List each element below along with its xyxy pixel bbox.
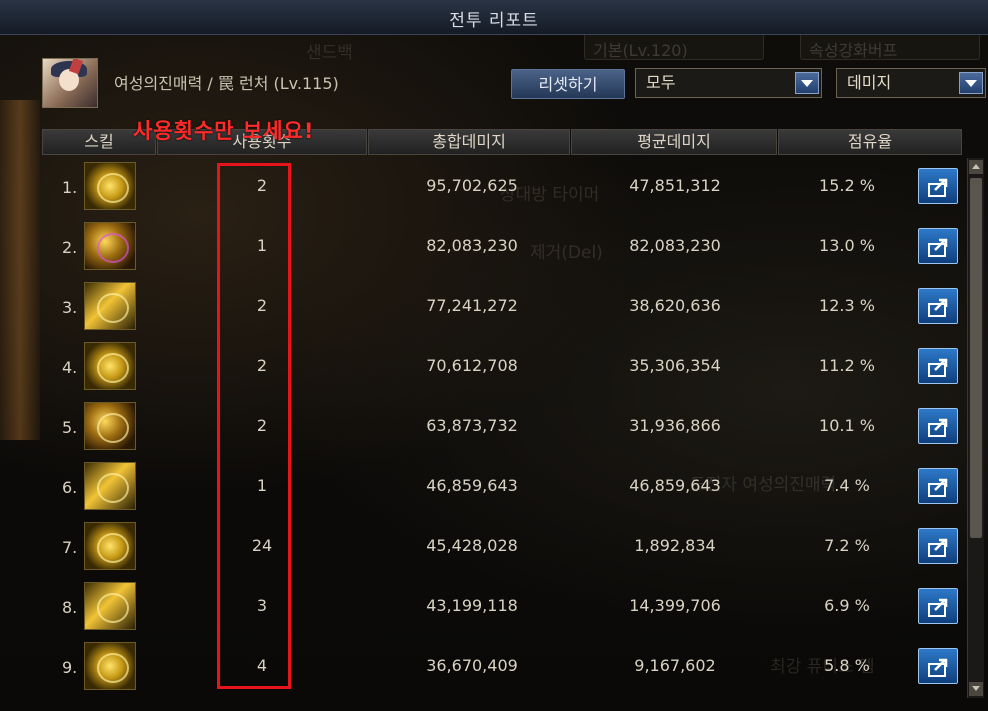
row-share: 7.2 %	[824, 536, 870, 555]
table-row: 3. 2 77,241,272 38,620,636 12.3 %	[42, 278, 962, 338]
row-total-damage: 36,670,409	[426, 656, 518, 675]
row-share: 7.4 %	[824, 476, 870, 495]
table-scrollbar[interactable]	[967, 158, 984, 698]
dropdown-arrow-icon[interactable]	[795, 72, 819, 94]
row-average-damage: 1,892,834	[634, 536, 716, 555]
row-average-damage: 82,083,230	[629, 236, 721, 255]
row-rank: 2.	[62, 238, 78, 257]
row-share: 10.1 %	[819, 416, 875, 435]
table-row: 6. 1 46,859,643 46,859,643 7.4 %	[42, 458, 962, 518]
header-share[interactable]: 점유율	[778, 129, 962, 155]
row-average-damage: 9,167,602	[634, 656, 716, 675]
scroll-thumb[interactable]	[970, 178, 982, 538]
share-icon[interactable]	[918, 408, 958, 444]
table-row: 9. 4 36,670,409 9,167,602 5.8 %	[42, 638, 962, 698]
row-total-damage: 82,083,230	[426, 236, 518, 255]
damage-table: 1. 2 95,702,625 47,851,312 15.2 % 2. 1 8…	[42, 158, 962, 700]
row-average-damage: 38,620,636	[629, 296, 721, 315]
row-share: 11.2 %	[819, 356, 875, 375]
metric-select[interactable]: 데미지	[836, 68, 986, 98]
row-rank: 1.	[62, 178, 78, 197]
row-total-damage: 70,612,708	[426, 356, 518, 375]
ghost-buff-select: 속성강화버프	[800, 32, 980, 60]
skill-icon	[84, 582, 136, 630]
skill-icon	[84, 342, 136, 390]
table-row: 8. 3 43,199,118 14,399,706 6.9 %	[42, 578, 962, 638]
row-total-damage: 77,241,272	[426, 296, 518, 315]
row-average-damage: 14,399,706	[629, 596, 721, 615]
skill-filter-select[interactable]: 모두	[635, 68, 822, 98]
share-icon[interactable]	[918, 528, 958, 564]
skill-icon	[84, 522, 136, 570]
row-total-damage: 45,428,028	[426, 536, 518, 555]
annotation-note: 사용횟수만 보세요!	[133, 119, 315, 143]
share-icon[interactable]	[918, 288, 958, 324]
row-share: 12.3 %	[819, 296, 875, 315]
row-total-damage: 95,702,625	[426, 176, 518, 195]
dropdown-arrow-icon[interactable]	[959, 72, 983, 94]
row-average-damage: 31,936,866	[629, 416, 721, 435]
share-icon[interactable]	[918, 348, 958, 384]
metric-value: 데미지	[847, 73, 892, 92]
skill-icon	[84, 642, 136, 690]
ghost-level-select: 기본(Lv.120)	[584, 32, 764, 60]
row-rank: 6.	[62, 478, 78, 497]
skill-icon	[84, 162, 136, 210]
skill-icon	[84, 222, 136, 270]
window-titlebar[interactable]: 전투 리포트	[0, 0, 988, 35]
share-icon[interactable]	[918, 648, 958, 684]
row-average-damage: 46,859,643	[629, 476, 721, 495]
share-icon[interactable]	[918, 468, 958, 504]
share-icon[interactable]	[918, 588, 958, 624]
row-total-damage: 63,873,732	[426, 416, 518, 435]
window-title: 전투 리포트	[449, 11, 539, 31]
skill-filter-value: 모두	[646, 73, 676, 92]
table-row: 4. 2 70,612,708 35,306,354 11.2 %	[42, 338, 962, 398]
row-rank: 7.	[62, 538, 78, 557]
table-row: 5. 2 63,873,732 31,936,866 10.1 %	[42, 398, 962, 458]
skill-icon	[84, 462, 136, 510]
row-share: 15.2 %	[819, 176, 875, 195]
skill-icon	[84, 402, 136, 450]
scroll-up-icon[interactable]	[969, 160, 983, 174]
annotation-highlight-box	[217, 163, 291, 689]
row-average-damage: 35,306,354	[629, 356, 721, 375]
row-total-damage: 46,859,643	[426, 476, 518, 495]
reset-button[interactable]: 리셋하기	[511, 69, 625, 99]
character-portrait	[42, 58, 98, 108]
row-rank: 5.	[62, 418, 78, 437]
header-average-damage[interactable]: 평균데미지	[571, 129, 777, 155]
row-share: 13.0 %	[819, 236, 875, 255]
share-icon[interactable]	[918, 168, 958, 204]
row-share: 5.8 %	[824, 656, 870, 675]
character-name: 여성의진매력 / 罠 런처 (Lv.115)	[114, 74, 339, 93]
scroll-down-icon[interactable]	[969, 682, 983, 696]
table-row: 1. 2 95,702,625 47,851,312 15.2 %	[42, 158, 962, 218]
row-share: 6.9 %	[824, 596, 870, 615]
skill-icon	[84, 282, 136, 330]
row-rank: 9.	[62, 658, 78, 677]
ghost-target-name: 샌드백	[306, 43, 353, 63]
row-rank: 8.	[62, 598, 78, 617]
table-row: 2. 1 82,083,230 82,083,230 13.0 %	[42, 218, 962, 278]
row-average-damage: 47,851,312	[629, 176, 721, 195]
header-total-damage[interactable]: 총합데미지	[368, 129, 570, 155]
background-character	[0, 100, 40, 440]
row-rank: 4.	[62, 358, 78, 377]
row-rank: 3.	[62, 298, 78, 317]
table-row: 7. 24 45,428,028 1,892,834 7.2 %	[42, 518, 962, 578]
row-total-damage: 43,199,118	[426, 596, 518, 615]
share-icon[interactable]	[918, 228, 958, 264]
